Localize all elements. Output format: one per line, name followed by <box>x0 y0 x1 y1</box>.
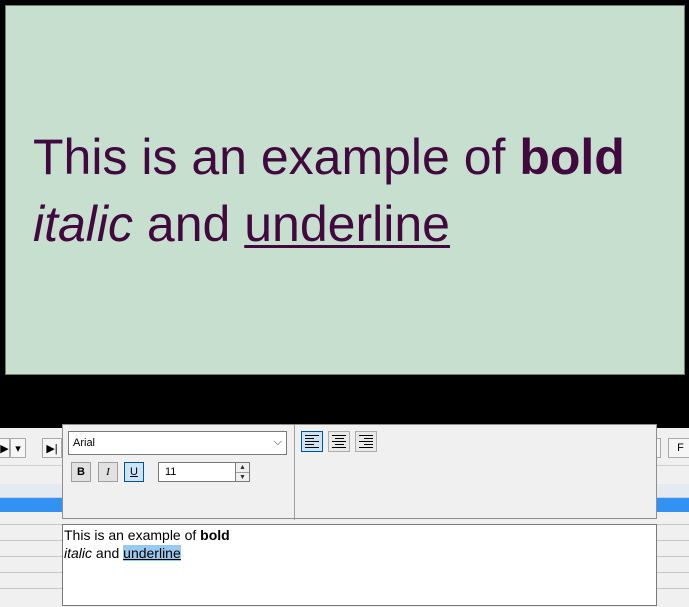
step-forward-icon[interactable]: ▶| <box>42 438 62 458</box>
spin-down-icon[interactable]: ▼ <box>236 472 249 481</box>
editor-line-2[interactable]: italic and underline <box>64 544 656 562</box>
align-right-icon[interactable] <box>355 431 377 452</box>
font-family-value: Arial <box>73 437 96 449</box>
preview-underline-text: underline <box>244 196 450 252</box>
rich-text-editor[interactable]: This is an example of bold italic and un… <box>62 524 657 606</box>
preview-and-text: and <box>133 196 245 252</box>
spin-up-icon[interactable]: ▲ <box>236 463 249 472</box>
editor-line-1[interactable]: This is an example of bold <box>64 526 656 544</box>
preview-text: This is an example of bold italic and un… <box>33 124 625 258</box>
preview-canvas: This is an example of bold italic and un… <box>5 5 685 375</box>
play-icon[interactable]: ▶ <box>0 438 10 458</box>
chevron-down-icon[interactable]: ▾ <box>10 438 26 458</box>
font-family-select[interactable]: Arial ⌵ <box>68 431 287 455</box>
preview-line-1: This is an example of bold <box>33 124 625 191</box>
editor-and-text[interactable]: and <box>92 545 123 561</box>
bold-button[interactable]: B <box>71 462 91 482</box>
toolbar-divider <box>294 425 295 520</box>
editor-plain-text[interactable]: This is an example of <box>64 527 200 543</box>
editor-italic-text[interactable]: italic <box>64 545 92 561</box>
chevron-down-icon: ⌵ <box>273 436 282 448</box>
underline-button[interactable]: U <box>124 462 144 482</box>
align-left-icon[interactable] <box>301 431 323 452</box>
timeline-right-button[interactable]: F <box>668 438 689 458</box>
align-center-icon[interactable] <box>328 431 350 452</box>
font-size-spinner[interactable]: ▲ ▼ <box>235 462 250 482</box>
editor-selected-underline-text[interactable]: underline <box>123 545 181 561</box>
timeline-button-edge[interactable] <box>657 438 661 458</box>
preview-bold-text: bold <box>519 129 625 185</box>
font-size-input[interactable]: 11 <box>158 462 236 482</box>
preview-line-2: italic and underline <box>33 191 625 258</box>
preview-italic-text: italic <box>33 196 134 252</box>
italic-button[interactable]: I <box>98 462 118 482</box>
text-format-toolbar: Arial ⌵ B I U 11 ▲ ▼ <box>62 424 657 520</box>
editor-bold-text[interactable]: bold <box>200 527 230 543</box>
preview-plain-text: This is an example of <box>33 129 520 185</box>
